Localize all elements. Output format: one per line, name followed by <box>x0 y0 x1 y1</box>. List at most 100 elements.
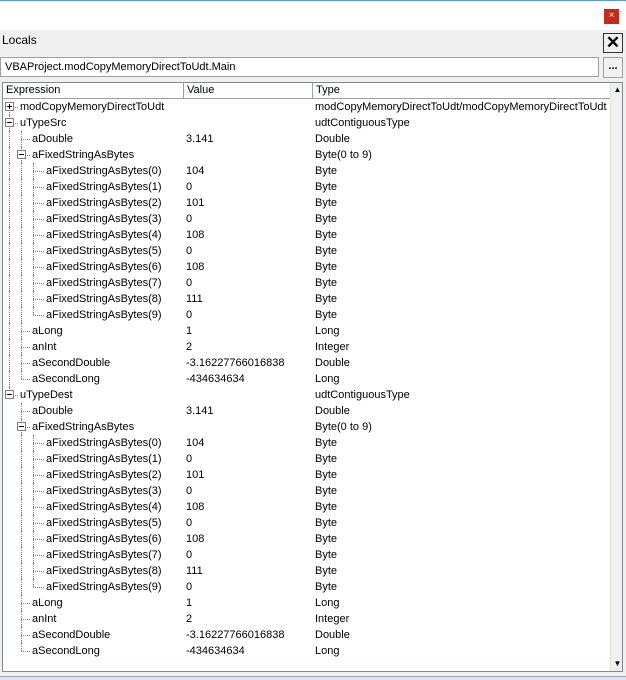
value-cell[interactable] <box>186 419 313 435</box>
expand-icon[interactable] <box>5 102 14 111</box>
scroll-down-icon[interactable]: ▼ <box>611 657 622 671</box>
collapse-icon[interactable] <box>17 422 26 431</box>
value-cell[interactable] <box>186 115 313 131</box>
collapse-icon[interactable] <box>17 150 26 159</box>
value-cell[interactable]: 0 <box>186 483 313 499</box>
tree-connector <box>21 451 22 467</box>
locals-row[interactable]: aFixedStringAsBytes(1) 0 Byte <box>3 179 610 195</box>
tree-connector <box>21 547 22 563</box>
locals-row[interactable]: aLong 1 Long <box>3 595 610 611</box>
value-cell[interactable]: 111 <box>186 291 313 307</box>
locals-row[interactable]: uTypeSrc udtContiguousType <box>3 115 610 131</box>
value-cell[interactable] <box>186 147 313 163</box>
locals-row[interactable]: anInt 2 Integer <box>3 611 610 627</box>
value-cell[interactable]: 0 <box>186 547 313 563</box>
column-header-type[interactable]: Type <box>313 83 610 99</box>
value-cell[interactable]: 1 <box>186 323 313 339</box>
value-cell[interactable]: 108 <box>186 499 313 515</box>
locals-window: Locals ✕ VBAProject.modCopyMemoryDirectT… <box>0 30 626 680</box>
value-cell[interactable]: 0 <box>186 211 313 227</box>
value-cell[interactable]: 0 <box>186 451 313 467</box>
value-cell[interactable]: 0 <box>186 307 313 323</box>
locals-row[interactable]: aFixedStringAsBytes Byte(0 to 9) <box>3 147 610 163</box>
locals-row[interactable]: aFixedStringAsBytes(4) 108 Byte <box>3 499 610 515</box>
locals-row[interactable]: aFixedStringAsBytes(3) 0 Byte <box>3 211 610 227</box>
vertical-scrollbar[interactable]: ▲ ▼ <box>610 83 622 671</box>
locals-row[interactable]: aFixedStringAsBytes(8) 111 Byte <box>3 563 610 579</box>
value-cell[interactable]: -3.16227766016838 <box>186 627 313 643</box>
locals-row[interactable]: aFixedStringAsBytes(7) 0 Byte <box>3 275 610 291</box>
tree-connector <box>9 307 10 323</box>
value-cell[interactable]: 3.141 <box>186 403 313 419</box>
value-cell[interactable]: 0 <box>186 243 313 259</box>
locals-row[interactable]: uTypeDest udtContiguousType <box>3 387 610 403</box>
value-cell[interactable]: 2 <box>186 611 313 627</box>
tree-connector <box>33 547 34 563</box>
value-cell[interactable] <box>186 387 313 403</box>
value-cell[interactable]: -434634634 <box>186 643 313 659</box>
collapse-icon[interactable] <box>5 118 14 127</box>
locals-row[interactable]: aFixedStringAsBytes(0) 104 Byte <box>3 163 610 179</box>
value-cell[interactable]: 0 <box>186 579 313 595</box>
value-cell[interactable]: -434634634 <box>186 371 313 387</box>
locals-row[interactable]: aLong 1 Long <box>3 323 610 339</box>
locals-row[interactable]: aFixedStringAsBytes(2) 101 Byte <box>3 467 610 483</box>
locals-rows: modCopyMemoryDirectToUdt modCopyMemoryDir… <box>3 99 610 671</box>
tree-connector <box>33 523 44 524</box>
tree-connector <box>33 483 34 499</box>
locals-row[interactable]: aSecondDouble -3.16227766016838 Double <box>3 627 610 643</box>
value-cell[interactable]: 0 <box>186 179 313 195</box>
locals-row[interactable]: aFixedStringAsBytes Byte(0 to 9) <box>3 419 610 435</box>
locals-row[interactable]: aFixedStringAsBytes(9) 0 Byte <box>3 307 610 323</box>
value-cell[interactable] <box>186 99 313 115</box>
locals-row[interactable]: aSecondLong -434634634 Long <box>3 643 610 659</box>
value-cell[interactable]: 104 <box>186 435 313 451</box>
locals-row[interactable]: aFixedStringAsBytes(7) 0 Byte <box>3 547 610 563</box>
locals-row[interactable]: aDouble 3.141 Double <box>3 131 610 147</box>
value-cell[interactable]: 1 <box>186 595 313 611</box>
tree-connector <box>33 435 34 451</box>
locals-row[interactable]: aFixedStringAsBytes(9) 0 Byte <box>3 579 610 595</box>
expression-cell: aSecondLong <box>32 373 100 385</box>
locals-row[interactable]: anInt 2 Integer <box>3 339 610 355</box>
expression-cell: aFixedStringAsBytes(2) <box>46 469 162 481</box>
locals-row[interactable]: aFixedStringAsBytes(5) 0 Byte <box>3 243 610 259</box>
value-cell[interactable]: 111 <box>186 563 313 579</box>
type-cell: Byte <box>315 261 338 273</box>
locals-row[interactable]: aFixedStringAsBytes(8) 111 Byte <box>3 291 610 307</box>
locals-row[interactable]: aFixedStringAsBytes(6) 108 Byte <box>3 531 610 547</box>
locals-row[interactable]: aFixedStringAsBytes(0) 104 Byte <box>3 435 610 451</box>
column-header-value[interactable]: Value <box>184 83 313 99</box>
locals-row[interactable]: modCopyMemoryDirectToUdt modCopyMemoryDir… <box>3 99 610 123</box>
collapse-icon[interactable] <box>5 390 14 399</box>
tree-connector <box>33 563 34 579</box>
locals-close-button[interactable]: ✕ <box>603 33 623 53</box>
type-cell: Long <box>315 325 340 337</box>
value-cell[interactable]: 0 <box>186 515 313 531</box>
value-cell[interactable]: 3.141 <box>186 131 313 147</box>
value-cell[interactable]: 104 <box>186 163 313 179</box>
locals-row[interactable]: aFixedStringAsBytes(3) 0 Byte <box>3 483 610 499</box>
value-cell[interactable]: -3.16227766016838 <box>186 355 313 371</box>
tree-connector <box>9 339 10 355</box>
scroll-up-icon[interactable]: ▲ <box>611 83 622 97</box>
column-header-expression[interactable]: Expression <box>3 83 184 99</box>
value-cell[interactable]: 108 <box>186 259 313 275</box>
locals-row[interactable]: aDouble 3.141 Double <box>3 403 610 419</box>
call-stack-button[interactable]: ... <box>603 57 623 78</box>
locals-row[interactable]: aFixedStringAsBytes(2) 101 Byte <box>3 195 610 211</box>
close-icon[interactable]: × <box>604 9 619 24</box>
value-cell[interactable]: 101 <box>186 467 313 483</box>
value-cell[interactable]: 2 <box>186 339 313 355</box>
locals-row[interactable]: aFixedStringAsBytes(5) 0 Byte <box>3 515 610 531</box>
locals-row[interactable]: aSecondDouble -3.16227766016838 Double <box>3 355 610 371</box>
value-cell[interactable]: 108 <box>186 531 313 547</box>
value-cell[interactable]: 0 <box>186 275 313 291</box>
locals-row[interactable]: aFixedStringAsBytes(4) 108 Byte <box>3 227 610 243</box>
locals-row[interactable]: aFixedStringAsBytes(6) 108 Byte <box>3 259 610 275</box>
locals-row[interactable]: aFixedStringAsBytes(1) 0 Byte <box>3 451 610 467</box>
tree-connector <box>33 259 34 275</box>
value-cell[interactable]: 101 <box>186 195 313 211</box>
locals-row[interactable]: aSecondLong -434634634 Long <box>3 371 610 387</box>
value-cell[interactable]: 108 <box>186 227 313 243</box>
